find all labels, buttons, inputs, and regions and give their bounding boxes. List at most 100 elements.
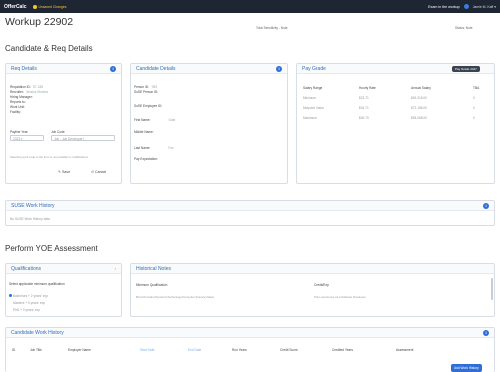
radio-selected-icon xyxy=(9,294,12,297)
table-cell: $72,188.00 xyxy=(411,106,427,110)
field-label: Pay Expectation: xyxy=(134,157,158,161)
qualifications-title: Qualifications xyxy=(11,265,42,272)
info-icon[interactable]: i xyxy=(110,65,116,72)
info-icon[interactable]: i xyxy=(483,202,489,209)
candidate-field: Last Name: Fox xyxy=(134,146,174,150)
table-row: Maximum $45.70 $95,068.00 0 xyxy=(303,116,491,120)
historical-notes-title: Historical Notes xyxy=(136,265,172,272)
table-cell: 0 xyxy=(473,106,475,110)
option-label: Bachelors + 2 years' exp xyxy=(13,294,48,298)
column-header: Job Title xyxy=(30,348,42,352)
option-label: PhD + 0 years' exp xyxy=(13,308,40,312)
qualifications-instruction: Select applicable minimum qualification xyxy=(9,282,65,286)
table-row: Midpoint Value $34.71 $72,188.00 0 xyxy=(303,106,491,110)
table-cell: Maximum xyxy=(303,116,317,120)
suse-work-history-title: SUSE Work History xyxy=(11,202,55,209)
field-label: Facility: xyxy=(10,110,21,114)
candidate-details-panel: Candidate Details i Person ID: TBS SuSE P… xyxy=(130,63,288,184)
column-header: Annual Salary xyxy=(411,86,431,90)
field-label: First Name: xyxy=(134,118,151,122)
column-header[interactable]: Start Date xyxy=(140,348,188,352)
column-header: ID xyxy=(12,348,16,352)
qualifications-header: Qualifications › xyxy=(6,264,121,274)
qualification-option[interactable]: Bachelors + 2 years' exp xyxy=(9,294,48,298)
candidate-work-history-title: Candidate Work History xyxy=(11,329,64,336)
payline-year-label: Payline Year xyxy=(10,130,28,134)
option-label: Masters + 0 years' exp xyxy=(13,301,46,305)
assessment-section-title: Perform YOE Assessment xyxy=(5,244,98,253)
req-field: Hiring Manager: xyxy=(10,95,33,99)
field-label: Hiring Manager: xyxy=(10,95,33,99)
notes-column-header: Minimum Qualification xyxy=(136,283,168,287)
field-label: Reports to: xyxy=(10,100,26,104)
table-cell: $49,318.00 xyxy=(411,96,427,100)
suse-work-history-panel: SUSE Work History i No SUSE Work History… xyxy=(5,200,495,226)
status-dot-icon xyxy=(32,4,37,9)
candidate-work-history-panel: Candidate Work History i ID Job Title Em… xyxy=(5,327,495,372)
field-value: ST-188 xyxy=(32,85,44,89)
column-header: Run Years xyxy=(232,348,247,352)
page-title: Workup 22902 xyxy=(5,16,74,28)
qualifications-panel: Qualifications › Select applicable minim… xyxy=(5,263,122,317)
field-value: Fox xyxy=(168,146,174,150)
save-label: Save xyxy=(62,170,71,174)
field-label: Requisition ID: xyxy=(10,85,31,89)
status-meta: Status: Note xyxy=(455,26,473,30)
table-cell: 0 xyxy=(473,96,475,100)
pay-grade-button[interactable]: Pay Grade 4427 xyxy=(452,66,480,72)
historical-notes-panel: Historical Notes Minimum Qualification C… xyxy=(130,263,495,317)
table-header-row: Salary Range Hourly Rate Annual Salary T… xyxy=(303,86,491,90)
candidate-field: First Name: Gale xyxy=(134,118,175,122)
field-label: SuSE Person ID: xyxy=(134,90,159,94)
job-code-value: Job - Job Developer I xyxy=(54,137,85,141)
candidate-details-title: Candidate Details xyxy=(136,65,176,72)
app-logo: OfferCalc xyxy=(4,3,27,10)
field-label: Person ID: xyxy=(134,85,150,89)
qualification-option[interactable]: PhD + 0 years' exp xyxy=(13,308,40,312)
add-work-history-button[interactable]: Add Work History xyxy=(451,364,482,372)
suse-work-history-header: SUSE Work History i xyxy=(6,201,494,211)
candidate-field: SuSE Employee ID: xyxy=(134,104,162,108)
sensitivity-meta: Total Sensitivity - Note xyxy=(256,26,288,30)
req-field: Facility: xyxy=(10,110,21,114)
column-header: Employer Name xyxy=(68,348,91,352)
notification-icon[interactable] xyxy=(463,4,469,9)
job-code-note: Selecting a job code to the form is not … xyxy=(10,155,88,159)
scrollbar[interactable] xyxy=(491,278,493,300)
suse-empty-text: No SUSE Work History data xyxy=(10,217,50,221)
column-header[interactable]: End Date xyxy=(188,348,232,352)
field-label: Middle Name: xyxy=(134,130,154,134)
historical-notes-header: Historical Notes xyxy=(131,264,494,274)
candidate-field: Middle Name: xyxy=(134,130,154,134)
info-icon[interactable]: i xyxy=(483,329,489,336)
payline-year-select[interactable]: 2023 ▾ xyxy=(10,135,44,141)
table-cell: $95,068.00 xyxy=(411,116,427,120)
user-status-text: Exam in the workup xyxy=(428,4,460,9)
unsaved-changes-indicator[interactable]: Unsaved Changes xyxy=(32,4,67,9)
candidate-section-title: Candidate & Req Details xyxy=(5,44,93,53)
work-history-table: ID Job Title Employer Name Start Date En… xyxy=(12,348,492,354)
req-field: Reports to: xyxy=(10,100,26,104)
table-cell: 0 xyxy=(473,116,475,120)
notes-column-header: Credit/Exp xyxy=(314,283,329,287)
req-details-panel: Req Details i Requisition ID: ST-188 Recr… xyxy=(5,63,122,184)
save-button[interactable]: ✎ Save xyxy=(58,170,70,174)
cancel-button[interactable]: ↺ Cancel xyxy=(91,170,106,174)
table-cell: $34.71 xyxy=(359,106,369,110)
req-field: Requisition ID: ST-188 xyxy=(10,85,43,89)
column-header: Hourly Rate xyxy=(359,86,376,90)
unsaved-changes-label: Unsaved Changes xyxy=(38,4,67,9)
top-navigation-bar: OfferCalc Unsaved Changes Exam in the wo… xyxy=(0,0,500,13)
field-label: Last Name: xyxy=(134,146,151,150)
req-details-title: Req Details xyxy=(11,65,37,72)
info-icon[interactable]: i xyxy=(276,65,282,72)
pay-grade-table: Salary Range Hourly Rate Annual Salary T… xyxy=(303,86,491,126)
field-value: Jessica Moreno xyxy=(25,90,49,94)
user-menu-link[interactable]: Jamie M. Kaff ▾ xyxy=(473,5,496,9)
qualification-option[interactable]: Masters + 0 years' exp xyxy=(13,301,45,305)
field-value: Gale xyxy=(168,118,176,122)
req-field: Work Unit: xyxy=(10,105,25,109)
chevron-right-icon[interactable]: › xyxy=(115,266,116,271)
column-header: TBA xyxy=(473,86,480,90)
job-code-select[interactable]: Job - Job Developer I xyxy=(51,135,115,141)
